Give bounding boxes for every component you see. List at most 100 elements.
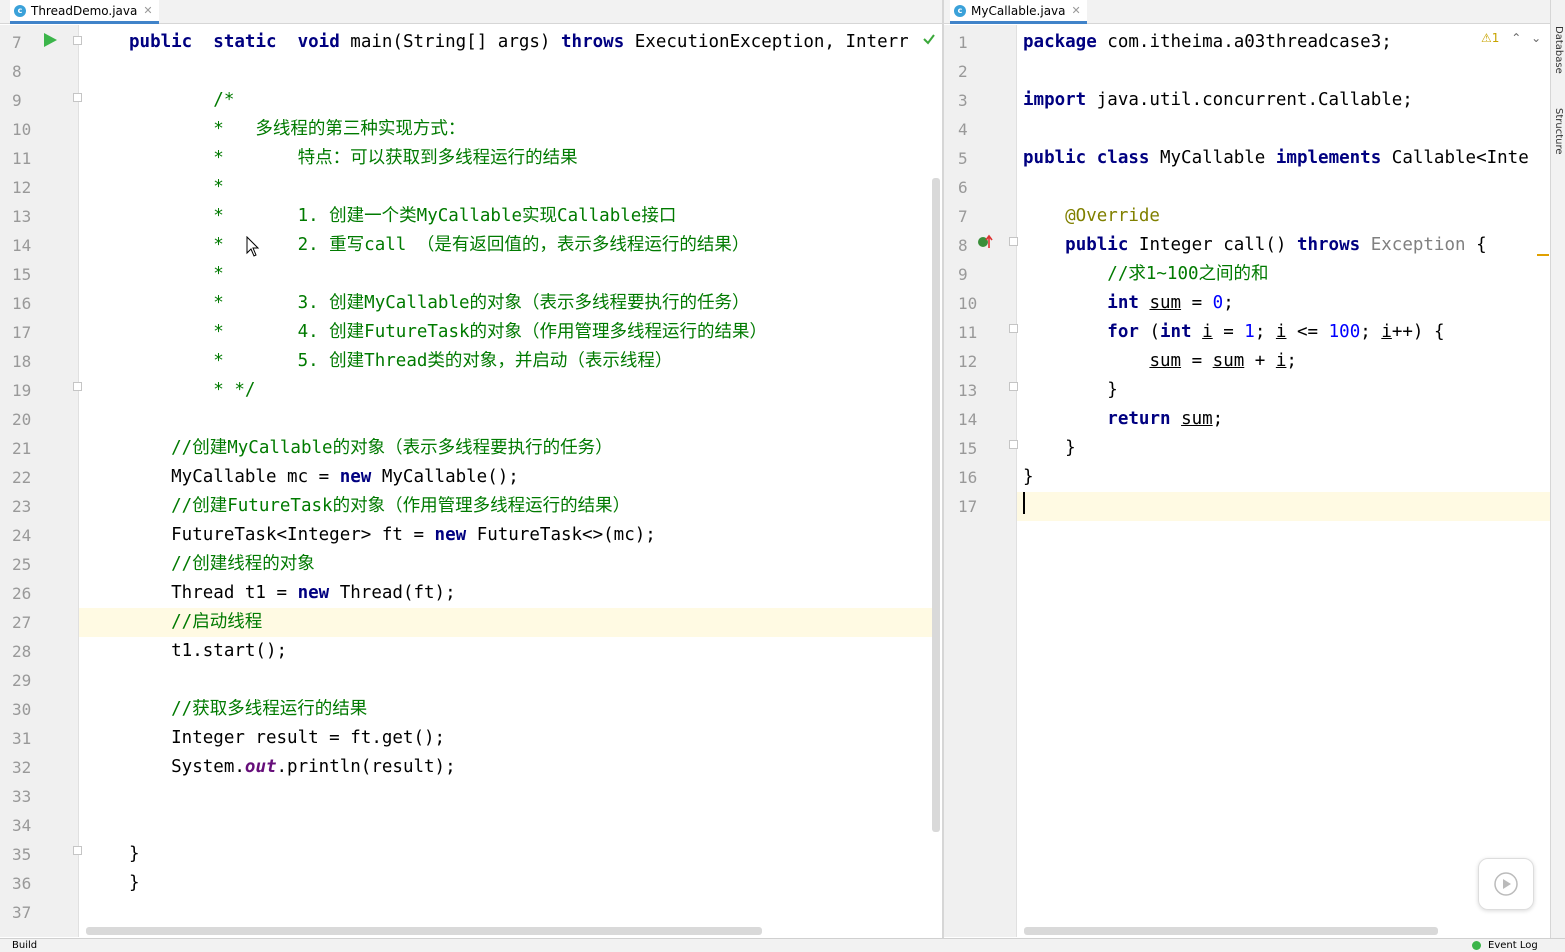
line-number: 24 (12, 526, 32, 545)
warning-icon: ⚠ (1481, 31, 1492, 45)
code-line: for (int i = 1; i <= 100; i++) { (1023, 318, 1445, 347)
video-play-button[interactable] (1478, 858, 1534, 910)
code-line: * 2. 重写call （是有返回值的，表示多线程运行的结果） (129, 231, 749, 260)
line-number: 17 (12, 323, 32, 342)
fold-marker-icon[interactable] (73, 93, 82, 102)
close-icon[interactable]: ✕ (143, 4, 152, 17)
line-number: 35 (12, 845, 32, 864)
code-line: /* (129, 86, 234, 115)
fold-marker-icon[interactable] (1009, 440, 1018, 449)
code-token: * 特点：可以获取到多线程运行的结果 (129, 148, 578, 168)
code-token: public (129, 32, 193, 52)
code-token: ExecutionException, Interr (624, 32, 909, 52)
code-token: out (244, 757, 277, 777)
code-token: i (1275, 351, 1287, 371)
code-token: * (129, 177, 224, 197)
code-token: = (1212, 322, 1245, 342)
chevron-up-icon[interactable]: ⌃ (1511, 31, 1521, 45)
line-number: 31 (12, 729, 32, 748)
code-token: void (297, 32, 340, 52)
code-token: int (1159, 322, 1192, 342)
right-code-editor[interactable]: 1 package com.itheima.a03threadcase3; 2 3 im… (944, 25, 1550, 937)
code-token: System. (129, 757, 245, 777)
line-number: 19 (12, 381, 32, 400)
code-token: * 1. 创建一个类MyCallable实现Callable接口 (129, 206, 677, 226)
code-token: } (1023, 467, 1034, 487)
line-number: 25 (12, 555, 32, 574)
fold-marker-icon[interactable] (1009, 382, 1018, 391)
line-number: 17 (958, 497, 978, 516)
class-file-icon: c (954, 4, 966, 17)
code-token: ++) { (1391, 322, 1445, 342)
tab-threaddemo[interactable]: c ThreadDemo.java ✕ (10, 0, 159, 24)
code-token: //启动线程 (129, 612, 263, 632)
override-icon[interactable] (977, 234, 993, 250)
code-token: = (1181, 293, 1213, 313)
code-token: throws (561, 32, 625, 52)
code-line: } (1023, 463, 1034, 492)
database-tool-tab[interactable]: Database (1553, 26, 1564, 74)
line-number: 26 (12, 584, 32, 603)
line-number: 10 (958, 294, 978, 313)
fold-marker-icon[interactable] (73, 36, 82, 45)
code-line: //创建线程的对象 (129, 550, 315, 579)
line-number: 34 (12, 816, 32, 835)
left-horizontal-scrollbar[interactable] (86, 927, 762, 935)
right-horizontal-scrollbar[interactable] (1024, 927, 1438, 935)
line-number: 12 (958, 352, 978, 371)
code-token: ( (1138, 322, 1160, 342)
code-line: } (1023, 376, 1118, 405)
mouse-cursor-icon (246, 236, 260, 257)
code-line: //启动线程 (129, 608, 262, 637)
run-icon[interactable] (44, 33, 64, 47)
fold-marker-icon[interactable] (1009, 237, 1018, 246)
code-token: import (1023, 90, 1087, 110)
line-number: 11 (12, 149, 32, 168)
code-token: i (1202, 322, 1213, 342)
chevron-down-icon[interactable]: ⌄ (1531, 31, 1541, 45)
code-line: Thread t1 = new Thread(ft); (129, 579, 456, 608)
line-number: 10 (12, 120, 32, 139)
code-token: MyCallable(); (371, 467, 519, 487)
code-token: Thread(ft); (329, 583, 456, 603)
line-number: 29 (12, 671, 32, 690)
code-token: + (1244, 351, 1276, 371)
line-number: 21 (12, 439, 32, 458)
code-line: * 1. 创建一个类MyCallable实现Callable接口 (129, 202, 676, 231)
text-caret (1023, 492, 1025, 514)
code-token: { (1465, 235, 1487, 255)
line-number: 14 (958, 410, 978, 429)
structure-tool-tab[interactable]: Structure (1553, 108, 1564, 155)
code-token: Exception (1370, 235, 1466, 255)
warning-badge[interactable]: ⚠1 ⌃ ⌄ (1481, 31, 1541, 45)
fold-marker-icon[interactable] (73, 846, 82, 855)
code-token: i (1275, 322, 1287, 342)
code-token: MyCallable (1149, 148, 1276, 168)
fold-marker-icon[interactable] (1009, 324, 1018, 333)
code-line: * 特点：可以获取到多线程运行的结果 (129, 144, 578, 173)
line-number: 20 (12, 410, 32, 429)
code-line: import java.util.concurrent.Callable; (1023, 86, 1413, 115)
code-token: main(String[] args) (339, 32, 562, 52)
code-line: Integer result = ft.get(); (129, 724, 445, 753)
code-token: java.util.concurrent.Callable; (1086, 90, 1413, 110)
build-tool-tab[interactable]: Build (12, 940, 37, 951)
line-number: 9 (12, 91, 22, 110)
code-token: Integer call() (1128, 235, 1297, 255)
line-number: 15 (958, 439, 978, 458)
close-icon[interactable]: ✕ (1072, 4, 1081, 17)
tab-mycallable[interactable]: c MyCallable.java ✕ (950, 0, 1087, 24)
left-code-editor[interactable]: 7 public static void main(String[] args) … (0, 25, 940, 937)
code-line: } (1023, 434, 1076, 463)
line-number: 11 (958, 323, 978, 342)
fold-marker-icon[interactable] (73, 382, 82, 391)
code-token: class (1096, 148, 1150, 168)
code-token: t1.start(); (129, 641, 288, 661)
code-token: ; (1254, 322, 1276, 342)
left-vertical-scrollbar[interactable] (932, 178, 940, 832)
code-line: sum = sum + i; (1023, 347, 1297, 376)
event-log-tab[interactable]: Event Log (1488, 940, 1538, 951)
